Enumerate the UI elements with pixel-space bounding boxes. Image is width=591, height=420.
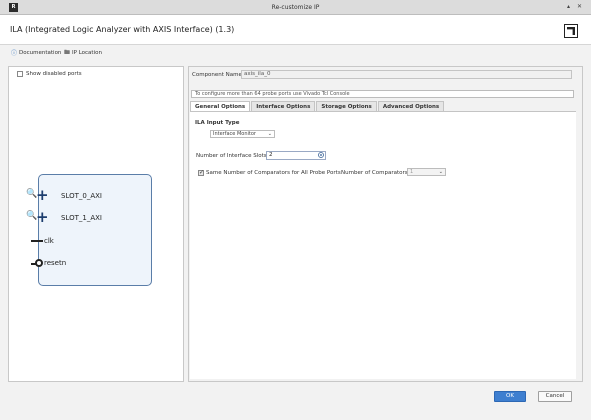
port-label: SLOT_1_AXI [61, 214, 102, 222]
general-options-content [190, 111, 576, 379]
ip-location-label: IP Location [72, 50, 102, 56]
port-label: SLOT_0_AXI [61, 192, 102, 200]
link-bar: ⓘ Documentation 🖿 IP Location [0, 45, 591, 59]
show-disabled-ports-label: Show disabled ports [26, 71, 82, 77]
title-bar: R Re-customize IP ▴ ✕ [0, 0, 591, 15]
component-name-field[interactable]: axis_ila_0 [241, 70, 572, 79]
show-disabled-ports-checkbox[interactable] [17, 71, 23, 77]
ok-button[interactable]: OK [494, 391, 526, 402]
same-comparators-checkbox[interactable] [198, 169, 204, 176]
active-low-circle-icon [35, 259, 43, 267]
ip-title: ILA (Integrated Logic Analyzer with AXIS… [10, 25, 235, 34]
reset-value-icon[interactable] [318, 152, 324, 158]
same-comparators-label: Same Number of Comparators for All Probe… [206, 170, 341, 176]
num-comparators-label: Number of Comparators [341, 170, 408, 176]
num-comparators-value: 1 [410, 169, 414, 175]
port-label: resetn [44, 259, 67, 267]
re-customize-ip-window: R Re-customize IP ▴ ✕ ILA (Integrated Lo… [0, 0, 591, 420]
component-name-label: Component Name [192, 72, 242, 78]
num-interface-slots-value: 2 [269, 152, 273, 158]
amd-logo-icon [564, 24, 578, 38]
ip-block [38, 174, 152, 286]
port-label: clk [44, 237, 54, 245]
info-icon: ⓘ [11, 50, 18, 57]
tcl-console-notice: To configure more than 64 probe ports us… [191, 90, 574, 98]
ila-input-type-select[interactable]: Interface Monitor ⌄ [210, 130, 275, 138]
dialog-header: ILA (Integrated Logic Analyzer with AXIS… [0, 15, 591, 45]
num-interface-slots-input[interactable]: 2 [266, 151, 326, 160]
ip-location-link[interactable]: 🖿 IP Location [64, 48, 102, 58]
ila-input-type-title: ILA Input Type [195, 120, 240, 126]
close-icon[interactable]: ✕ [575, 2, 584, 12]
num-comparators-select[interactable]: 1 ⌄ [407, 168, 446, 176]
window-title: Re-customize IP [271, 4, 320, 11]
cancel-button[interactable]: Cancel [538, 391, 572, 402]
chevron-down-icon: ⌄ [267, 131, 272, 137]
minimize-icon[interactable]: ▴ [564, 2, 573, 12]
ila-input-type-value: Interface Monitor [213, 131, 256, 137]
port-line-icon [31, 240, 43, 242]
num-interface-slots-label: Number of Interface Slots [196, 153, 267, 159]
chevron-down-icon: ⌄ [438, 169, 443, 175]
expand-plus-icon[interactable]: + [36, 208, 49, 226]
documentation-link[interactable]: ⓘ Documentation [11, 48, 62, 58]
documentation-label: Documentation [19, 49, 62, 56]
folder-icon: 🖿 [64, 49, 71, 56]
expand-plus-icon[interactable]: + [36, 186, 49, 204]
